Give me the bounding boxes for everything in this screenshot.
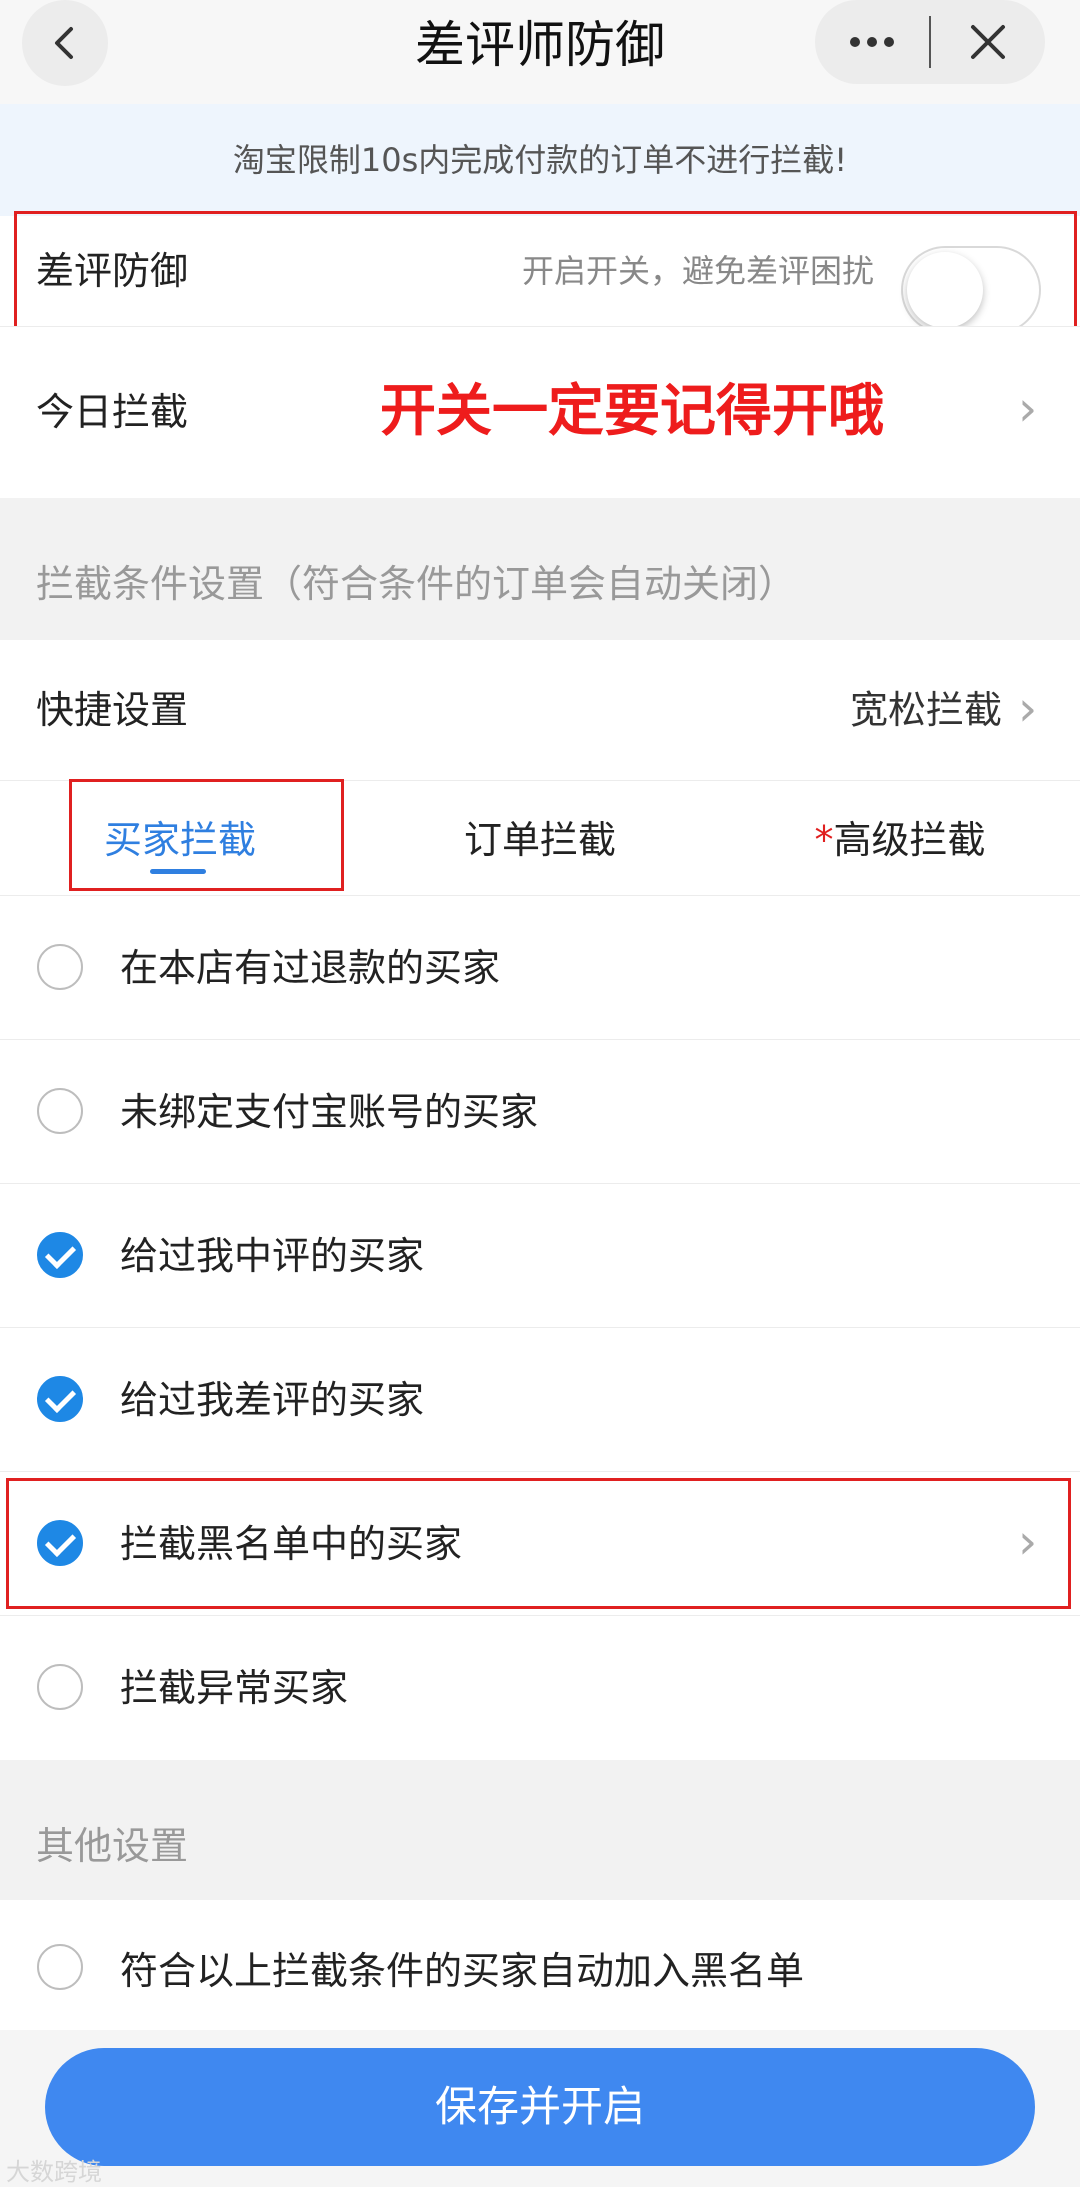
save-and-enable-button[interactable]: 保存并开启 [45, 2048, 1035, 2166]
option-abnormal-buyers[interactable]: 拦截异常买家 [0, 1615, 1080, 1759]
quick-settings-value: 宽松拦截 [849, 688, 1002, 732]
option-label: 符合以上拦截条件的买家自动加入黑名单 [120, 1949, 805, 1993]
option-neutral-review-buyers[interactable]: 给过我中评的买家 [0, 1183, 1080, 1327]
section-header-other: 其他设置 [0, 1760, 1080, 1900]
option-auto-blacklist[interactable]: 符合以上拦截条件的买家自动加入黑名单 [0, 1900, 1080, 2030]
required-star: * [814, 818, 834, 862]
tab-label: 订单拦截 [463, 818, 616, 862]
tab-advanced-intercept[interactable]: *高级拦截 [780, 781, 1020, 911]
watermark: 大数跨境 [6, 2158, 102, 2186]
annotation-text: 开关一定要记得开哦 [380, 379, 884, 444]
tab-label: 高级拦截 [833, 818, 986, 862]
today-intercept-label: 今日拦截 [36, 390, 189, 434]
highlight-box-blacklist [6, 1478, 1071, 1609]
tab-order-intercept[interactable]: 订单拦截 [420, 781, 660, 911]
option-refund-buyers[interactable]: 在本店有过退款的买家 [0, 895, 1080, 1039]
more-horizontal-icon [850, 37, 894, 47]
mini-program-capsule [815, 0, 1045, 84]
radio-unchecked[interactable] [37, 1944, 83, 1990]
option-no-alipay-buyers[interactable]: 未绑定支付宝账号的买家 [0, 1039, 1080, 1183]
radio-unchecked[interactable] [37, 944, 83, 990]
option-label: 在本店有过退款的买家 [120, 946, 501, 990]
option-label: 未绑定支付宝账号的买家 [120, 1090, 539, 1134]
option-label: 给过我差评的买家 [120, 1378, 425, 1422]
notice-banner: 淘宝限制10s内完成付款的订单不进行拦截! [0, 104, 1080, 216]
section-header-conditions: 拦截条件设置（符合条件的订单会自动关闭） [0, 498, 1080, 640]
highlight-box-tab [69, 779, 344, 891]
close-icon [971, 25, 1005, 59]
quick-settings-row[interactable]: 快捷设置 宽松拦截 › [0, 640, 1080, 780]
radio-checked[interactable] [37, 1376, 83, 1422]
quick-settings-label: 快捷设置 [36, 688, 189, 732]
radio-checked[interactable] [37, 1232, 83, 1278]
more-button[interactable] [815, 0, 929, 84]
option-label: 给过我中评的买家 [120, 1234, 425, 1278]
close-button[interactable] [931, 0, 1045, 84]
chevron-right-icon: › [1018, 381, 1038, 437]
option-negative-review-buyers[interactable]: 给过我差评的买家 [0, 1327, 1080, 1471]
radio-unchecked[interactable] [37, 1088, 83, 1134]
radio-unchecked[interactable] [37, 1664, 83, 1710]
chevron-right-icon: › [1018, 681, 1038, 737]
today-intercept-row[interactable]: 今日拦截 开关一定要记得开哦 › [0, 326, 1080, 496]
header-bar: 差评师防御 [0, 0, 1080, 104]
option-label: 拦截异常买家 [120, 1666, 349, 1710]
